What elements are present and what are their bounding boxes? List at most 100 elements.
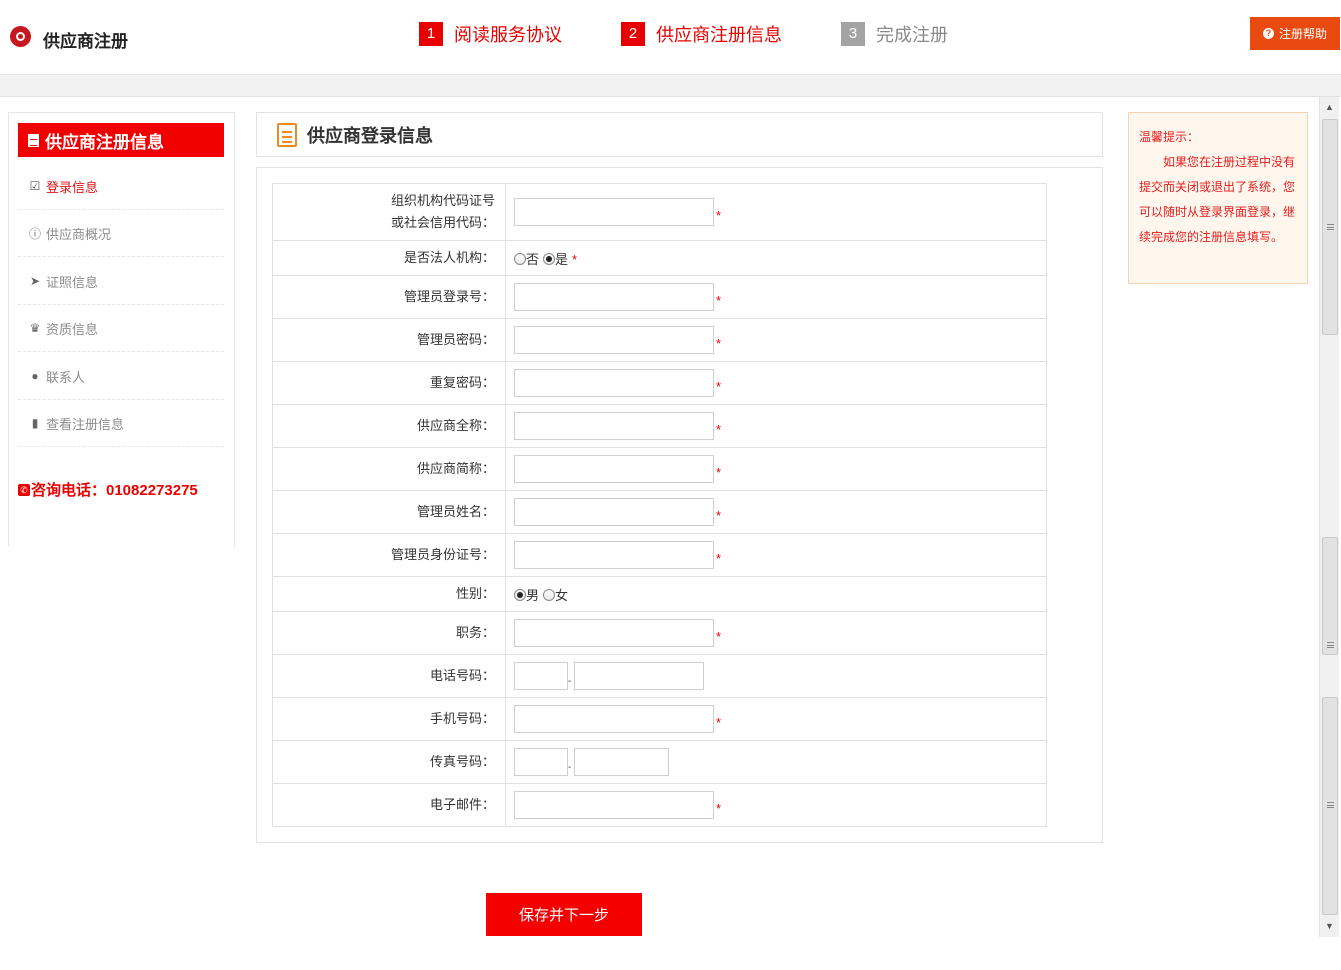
phone-icon: ✆ bbox=[18, 483, 30, 496]
repeat-password-input[interactable] bbox=[514, 369, 714, 397]
scroll-thumb-tertiary[interactable] bbox=[1322, 697, 1338, 915]
form-row-full-name: 供应商全称： * bbox=[272, 404, 1047, 448]
supplier-full-name-input[interactable] bbox=[514, 412, 714, 440]
field-label: 电话号码： bbox=[272, 654, 506, 698]
field-value: 否是 * bbox=[505, 240, 1047, 276]
field-value: * bbox=[505, 318, 1047, 362]
sidebar-item-label: 联系人 bbox=[46, 369, 86, 385]
required-mark: * bbox=[716, 551, 722, 567]
scroll-thumb[interactable] bbox=[1322, 119, 1338, 335]
org-code-input[interactable] bbox=[514, 198, 714, 226]
vertical-scrollbar[interactable]: ▲ ▼ bbox=[1319, 97, 1339, 937]
page-title: 供应商注册 bbox=[43, 32, 128, 51]
form-row-email: 电子邮件： * bbox=[272, 783, 1047, 827]
legal-yes-radio[interactable] bbox=[543, 252, 556, 265]
tip-title: 温馨提示： bbox=[1139, 130, 1200, 144]
consult-phone: ✆ 咨询电话：01082273275 bbox=[18, 479, 198, 500]
bookmark-icon: ▮ bbox=[31, 416, 39, 430]
step-2: 2 供应商注册信息 bbox=[621, 22, 782, 46]
required-mark: * bbox=[572, 251, 578, 267]
trophy-icon: ♛ bbox=[29, 321, 41, 335]
admin-name-input[interactable] bbox=[514, 498, 714, 526]
telephone-area-input[interactable] bbox=[514, 662, 568, 690]
form-row-admin-password: 管理员密码： * bbox=[272, 318, 1047, 362]
field-label: 是否法人机构： bbox=[272, 240, 506, 276]
position-input[interactable] bbox=[514, 619, 714, 647]
gender-female-radio[interactable] bbox=[543, 588, 556, 601]
required-mark: * bbox=[716, 379, 722, 395]
sidebar-item-license-info[interactable]: ➤ 证照信息 bbox=[18, 258, 224, 305]
scroll-down-icon[interactable]: ▼ bbox=[1325, 921, 1334, 931]
field-value: * bbox=[505, 533, 1047, 577]
header-divider bbox=[0, 74, 1341, 97]
telephone-number-input[interactable] bbox=[574, 662, 704, 690]
paper-plane-icon: ➤ bbox=[29, 274, 41, 288]
form-row-repeat-password: 重复密码： * bbox=[272, 361, 1047, 405]
field-value: * bbox=[505, 783, 1047, 827]
admin-password-input[interactable] bbox=[514, 326, 714, 354]
form-row-short-name: 供应商简称： * bbox=[272, 447, 1047, 491]
sidebar-heading: 供应商注册信息 bbox=[18, 123, 224, 157]
sidebar-item-qualification-info[interactable]: ♛ 资质信息 bbox=[18, 305, 224, 352]
save-next-button[interactable]: 保存并下一步 bbox=[486, 893, 642, 936]
section-title: 供应商登录信息 bbox=[307, 125, 433, 146]
required-mark: * bbox=[716, 465, 722, 481]
field-label: 组织机构代码证号 或社会信用代码： bbox=[272, 183, 506, 241]
field-value: - bbox=[505, 740, 1047, 784]
form-row-mobile: 手机号码： * bbox=[272, 697, 1047, 741]
fax-number-input[interactable] bbox=[574, 748, 669, 776]
form-row-telephone: 电话号码： - bbox=[272, 654, 1047, 698]
field-label: 管理员身份证号： bbox=[272, 533, 506, 577]
sidebar-item-supplier-overview[interactable]: ⓘ 供应商概况 bbox=[18, 210, 224, 257]
admin-login-input[interactable] bbox=[514, 283, 714, 311]
form-row-legal-entity: 是否法人机构： 否是 * bbox=[272, 240, 1047, 276]
required-mark: * bbox=[716, 422, 722, 438]
required-mark: * bbox=[716, 208, 722, 224]
field-value: * bbox=[505, 697, 1047, 741]
help-button[interactable]: ? 注册帮助 bbox=[1250, 17, 1340, 50]
field-label: 管理员登录号： bbox=[272, 275, 506, 319]
legal-no-radio[interactable] bbox=[514, 252, 526, 265]
sidebar-item-view-registration[interactable]: ▮ 查看注册信息 bbox=[18, 400, 224, 447]
org-code-label-line1: 组织机构代码证号 bbox=[390, 193, 495, 208]
scroll-up-icon[interactable]: ▲ bbox=[1325, 102, 1334, 112]
form-row-gender: 性别： 男女 bbox=[272, 576, 1047, 612]
sidebar-item-login-info[interactable]: ☑ 登录信息 bbox=[18, 163, 224, 210]
step-3: 3 完成注册 bbox=[841, 22, 948, 46]
required-mark: * bbox=[716, 293, 722, 309]
field-value: * bbox=[505, 183, 1047, 241]
email-input[interactable] bbox=[514, 791, 714, 819]
sidebar-item-contacts[interactable]: ● 联系人 bbox=[18, 353, 224, 400]
step-number: 3 bbox=[841, 22, 865, 46]
form-row-position: 职务： * bbox=[272, 611, 1047, 655]
tip-box: 温馨提示： 如果您在注册过程中没有提交而关闭或退出了系统，您可以随时从登录界面登… bbox=[1128, 112, 1308, 284]
field-value: * bbox=[505, 447, 1047, 491]
sidebar: 供应商注册信息 ☑ 登录信息 ⓘ 供应商概况 ➤ 证照信息 ♛ 资质信息 ● 联… bbox=[8, 112, 235, 547]
gender-female-label: 女 bbox=[555, 587, 569, 603]
field-value: * bbox=[505, 611, 1047, 655]
field-label: 职务： bbox=[272, 611, 506, 655]
field-label: 传真号码： bbox=[272, 740, 506, 784]
mobile-input[interactable] bbox=[514, 705, 714, 733]
fax-area-input[interactable] bbox=[514, 748, 568, 776]
header: 供应商注册 1 阅读服务协议 2 供应商注册信息 3 完成注册 ? 注册帮助 bbox=[0, 0, 1341, 74]
form-row-admin-name: 管理员姓名： * bbox=[272, 490, 1047, 534]
required-mark: * bbox=[716, 715, 722, 731]
user-icon: ● bbox=[31, 369, 39, 383]
admin-id-input[interactable] bbox=[514, 541, 714, 569]
sidebar-item-label: 证照信息 bbox=[46, 274, 99, 290]
gender-male-label: 男 bbox=[526, 587, 540, 603]
field-value: * bbox=[505, 275, 1047, 319]
section-header: 供应商登录信息 bbox=[256, 112, 1103, 157]
consult-phone-text: 咨询电话：01082273275 bbox=[31, 482, 198, 499]
supplier-short-name-input[interactable] bbox=[514, 455, 714, 483]
field-label: 供应商全称： bbox=[272, 404, 506, 448]
document-lines-icon bbox=[277, 122, 297, 147]
step-label: 供应商注册信息 bbox=[656, 25, 782, 45]
field-value: * bbox=[505, 404, 1047, 448]
step-number: 2 bbox=[621, 22, 645, 46]
field-label: 手机号码： bbox=[272, 697, 506, 741]
scroll-thumb-secondary[interactable] bbox=[1322, 537, 1338, 655]
form-row-org-code: 组织机构代码证号 或社会信用代码： * bbox=[272, 183, 1047, 241]
gender-male-radio[interactable] bbox=[514, 588, 526, 601]
